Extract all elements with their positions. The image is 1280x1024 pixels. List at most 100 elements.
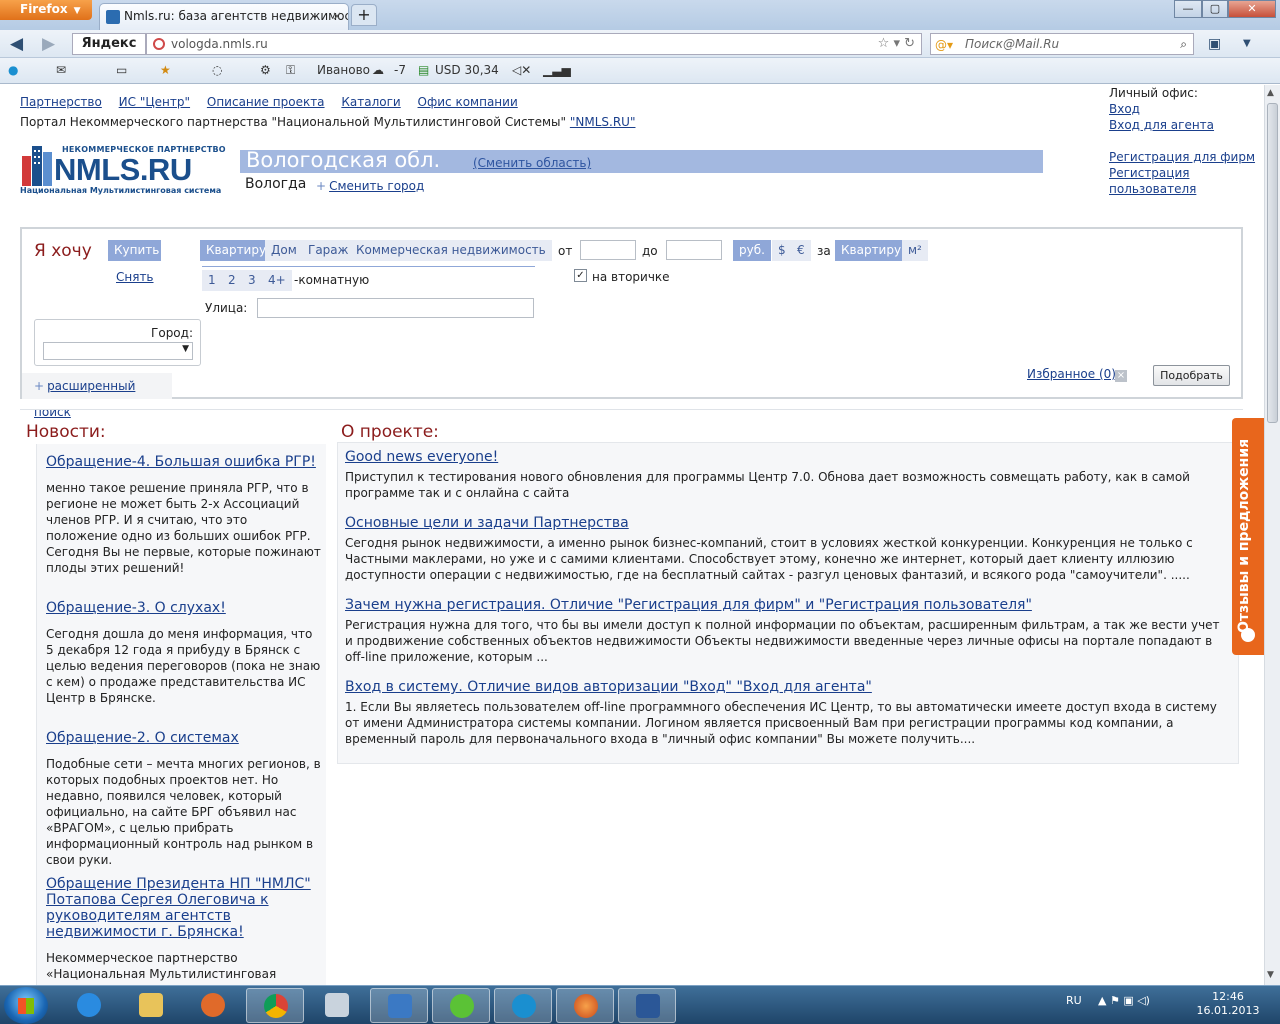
rooms-suffix: -комнатную — [294, 273, 370, 287]
windows-taskbar: RU ▲ ⚑ ▣ ◁) 12:46 16.01.2013 — [0, 985, 1280, 1024]
news-item-title[interactable]: Обращение-2. О системах — [46, 730, 321, 746]
search-input[interactable]: @▾ Поиск@Mail.Ru ⌕ — [930, 33, 1194, 55]
signal-icon[interactable]: ▁▃▅ — [543, 63, 571, 77]
type-apartment[interactable]: Квартиру — [200, 240, 273, 261]
change-region-link[interactable]: (Сменить область) — [473, 156, 591, 170]
advanced-search[interactable]: + расширенный поиск — [22, 373, 172, 419]
chevron-down-icon[interactable]: ▼ — [1243, 38, 1251, 49]
chat-icon[interactable]: ◌ — [212, 63, 222, 77]
news-item-title[interactable]: Обращение-4. Большая ошибка РГР! — [46, 454, 321, 470]
toolbar-weather[interactable]: -7 — [394, 63, 406, 77]
rooms-2[interactable]: 2 — [222, 270, 242, 291]
skype-icon[interactable]: ● — [8, 63, 18, 77]
star-icon[interactable]: ★ — [160, 63, 171, 77]
advanced-search-link[interactable]: расширенный поиск — [34, 379, 135, 419]
agent-login-link[interactable]: Вход для агента — [1109, 117, 1214, 133]
buy-toggle[interactable]: Купить — [108, 240, 161, 261]
new-tab-button[interactable]: + — [351, 4, 377, 26]
tray-icons[interactable]: ▲ ⚑ ▣ ◁) — [1098, 994, 1150, 1007]
type-commercial[interactable]: Коммерческая недвижимость — [350, 240, 552, 261]
screenshot-icon[interactable]: ▭ — [116, 63, 127, 77]
register-firms-link[interactable]: Регистрация для фирм — [1109, 149, 1264, 165]
forward-icon[interactable]: ▶ — [42, 34, 55, 54]
portal-link[interactable]: "NMLS.RU" — [570, 115, 636, 129]
rooms-3[interactable]: 3 — [242, 270, 262, 291]
gear-icon[interactable]: ⚙ — [260, 63, 271, 77]
mail-icon[interactable]: ✉ — [56, 63, 66, 77]
scroll-down-icon[interactable]: ▼ — [1267, 970, 1274, 980]
nav-catalogs[interactable]: Каталоги — [341, 95, 400, 109]
secondary-checkbox[interactable]: ✓ — [574, 269, 587, 282]
url-bar[interactable]: vologda.nmls.ru ☆ ▾ ↻ — [146, 33, 922, 55]
mute-icon[interactable]: ◁✕ — [512, 63, 531, 77]
nmls-logo[interactable]: НЕКОММЕРЧЕСКОЕ ПАРТНЕРСТВО NMLS.RU Нацио… — [20, 140, 226, 200]
taskbar-word[interactable] — [618, 988, 676, 1023]
currency-eur[interactable]: € — [791, 240, 811, 261]
about-item-title[interactable]: Вход в систему. Отличие видов авторизаци… — [345, 679, 1225, 695]
rooms-1[interactable]: 1 — [202, 270, 222, 291]
price-to-input[interactable] — [666, 240, 722, 260]
back-icon[interactable]: ◀ — [10, 34, 23, 54]
taskbar-media[interactable] — [184, 988, 242, 1023]
news-item-title[interactable]: Обращение-3. О слухах! — [46, 600, 321, 616]
price-from-input[interactable] — [580, 240, 636, 260]
toolbar-currency[interactable]: USD 30,34 — [435, 63, 499, 77]
city-select[interactable]: ▼ — [43, 342, 193, 360]
register-user-link[interactable]: Регистрация пользователя — [1109, 165, 1264, 197]
feedback-tab[interactable]: Отзывы и предложения — [1232, 418, 1264, 655]
about-item-title[interactable]: Good news everyone! — [345, 449, 1225, 465]
type-house[interactable]: Дом — [265, 240, 303, 261]
system-clock[interactable]: 12:46 16.01.2013 — [1196, 990, 1260, 1018]
clear-favorites-icon[interactable]: × — [1115, 370, 1127, 382]
currency-usd[interactable]: $ — [772, 240, 792, 261]
taskbar-skype[interactable] — [494, 988, 552, 1023]
search-engine-icon[interactable]: @▾ — [935, 35, 953, 55]
browser-tab[interactable]: Nmls.ru: база агентств недвижимости. ...… — [99, 3, 349, 30]
close-window-button[interactable]: ✕ — [1228, 0, 1276, 18]
scroll-up-icon[interactable]: ▲ — [1267, 88, 1274, 98]
news-item-title[interactable]: Обращение Президента НП "НМЛС" Потапова … — [46, 876, 321, 940]
rent-toggle[interactable]: Снять — [116, 270, 154, 284]
site-identity-icon[interactable] — [153, 38, 165, 50]
rooms-4plus[interactable]: 4+ — [262, 270, 292, 291]
bookmarks-icon[interactable]: ▣ — [1208, 36, 1221, 52]
taskbar-calculator[interactable] — [308, 988, 366, 1023]
change-city-link[interactable]: Сменить город — [329, 179, 424, 193]
nav-is-center[interactable]: ИС "Центр" — [119, 95, 190, 109]
firefox-menu-button[interactable]: Firefox ▼ — [0, 0, 92, 20]
per-square-meter[interactable]: м² — [902, 240, 928, 261]
close-tab-icon[interactable]: × — [332, 4, 342, 28]
start-button[interactable] — [4, 987, 48, 1024]
per-apartment[interactable]: Квартиру — [835, 240, 908, 261]
favorites-link[interactable]: Избранное (0) — [1027, 367, 1116, 381]
currency-rub[interactable]: руб. — [733, 240, 771, 261]
nav-project-description[interactable]: Описание проекта — [207, 95, 325, 109]
nav-company-office[interactable]: Офис компании — [418, 95, 518, 109]
yandex-button[interactable]: Яндекс — [72, 33, 146, 55]
taskbar-chrome[interactable] — [246, 988, 304, 1023]
taskbar-explorer[interactable] — [122, 988, 180, 1023]
taskbar-app[interactable] — [370, 988, 428, 1023]
taskbar-icq[interactable] — [432, 988, 490, 1023]
maximize-button[interactable]: ▢ — [1202, 0, 1228, 18]
street-input[interactable] — [257, 298, 534, 318]
taskbar-ie[interactable] — [60, 988, 118, 1023]
scroll-thumb[interactable] — [1267, 103, 1278, 423]
toolbar-city[interactable]: Иваново — [317, 63, 370, 77]
login-link[interactable]: Вход — [1109, 101, 1214, 117]
page-scrollbar[interactable]: ▲ ▼ — [1264, 85, 1280, 985]
about-item-title[interactable]: Основные цели и задачи Партнерства — [345, 515, 1225, 531]
language-indicator[interactable]: RU — [1066, 994, 1082, 1007]
search-icon[interactable]: ⌕ — [1180, 34, 1187, 54]
type-garage[interactable]: Гараж — [302, 240, 355, 261]
about-item-title[interactable]: Зачем нужна регистрация. Отличие "Регист… — [345, 597, 1225, 613]
nav-partnership[interactable]: Партнерство — [20, 95, 102, 109]
key-icon[interactable]: ⚿ — [286, 63, 295, 78]
minimize-button[interactable]: — — [1174, 0, 1202, 18]
reload-icon[interactable]: ☆ ▾ ↻ — [878, 34, 915, 54]
search-submit-button[interactable]: Подобрать — [1153, 365, 1230, 386]
logo-sub-text: Национальная Мультилистинговая система — [20, 186, 222, 195]
taskbar-firefox[interactable] — [556, 988, 614, 1023]
about-item: Вход в систему. Отличие видов авторизаци… — [345, 679, 1225, 747]
change-city[interactable]: + Сменить город — [316, 179, 424, 193]
